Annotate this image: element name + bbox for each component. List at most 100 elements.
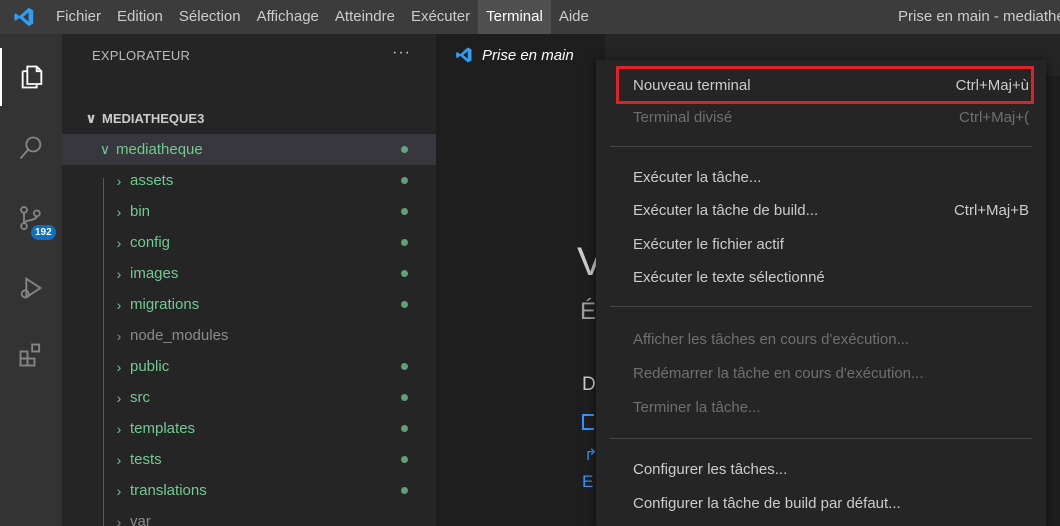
git-status-dot [401,425,408,432]
menu-affichage[interactable]: Affichage [249,0,327,34]
tree-item-bin[interactable]: › bin [62,196,436,227]
tree-item-var[interactable]: › var [62,506,436,526]
menu-edition[interactable]: Edition [109,0,171,34]
git-status-dot [401,208,408,215]
menu-item-label: Afficher les tâches en cours d'exécution… [633,330,910,348]
menu-item-label: Exécuter la tâche... [633,168,762,186]
menu-item-label: Configurer les tâches... [633,460,788,478]
chevron-right-icon: › [116,358,122,375]
menu-aide[interactable]: Aide [551,0,597,34]
chevron-right-icon: › [116,482,122,499]
explorer-header: EXPLORATEUR [92,47,191,63]
chevron-right-icon: › [116,420,122,437]
menu-item-shortcut: Ctrl+Maj+B [953,201,1029,219]
tab-prise-en-main[interactable]: Prise en main [436,34,606,76]
menu-item-label: Terminer la tâche... [633,398,761,416]
git-status-dot [401,363,408,370]
menu-item-label: Terminal divisé [633,108,733,126]
tree-item-config[interactable]: › config [62,227,436,258]
menu-item-run-active-file[interactable]: Exécuter le fichier actif [633,227,1029,261]
chevron-right-icon: › [116,234,122,251]
start-heading-fragment: D [582,374,596,395]
git-status-dot [401,270,408,277]
menu-item-configure-tasks[interactable]: Configurer les tâches... [633,452,1029,486]
tree-item-label: assets [130,172,174,189]
open-link-fragment: E [582,472,594,491]
tree-item-label: migrations [130,296,200,313]
chevron-right-icon: › [116,513,122,526]
folder-label: mediatheque [116,141,203,158]
chevron-down-icon: ∨ [99,141,111,157]
menu-bar: Fichier Edition Sélection Affichage Atte… [48,0,597,34]
menu-item-run-build-task[interactable]: Exécuter la tâche de build... Ctrl+Maj+B [633,193,1029,227]
menu-item-configure-default-build[interactable]: Configurer la tâche de build par défaut.… [633,486,1029,520]
extensions-icon[interactable] [0,326,62,384]
workspace-root[interactable]: ∨ MEDIATHEQUE3 [62,103,436,134]
git-status-dot [401,146,408,153]
explorer-icon[interactable] [0,48,62,106]
chevron-right-icon: › [116,389,122,406]
run-debug-icon[interactable] [0,259,62,317]
title-bar: Fichier Edition Sélection Affichage Atte… [0,0,1060,34]
tree-item-public[interactable]: › public [62,351,436,382]
menu-executer[interactable]: Exécuter [403,0,478,34]
menu-separator [610,306,1032,307]
more-actions-icon[interactable]: ··· [392,44,411,62]
search-icon[interactable] [0,119,62,177]
explorer-sidebar: EXPLORATEUR ··· ∨ MEDIATHEQUE3 ∨ mediath… [62,34,436,526]
tree-item-migrations[interactable]: › migrations [62,289,436,320]
git-status-dot [401,177,408,184]
menu-item-label: Configurer la tâche de build par défaut.… [633,494,901,512]
git-status-dot [401,394,408,401]
menu-fichier[interactable]: Fichier [48,0,109,34]
menu-terminal[interactable]: Terminal [478,0,551,34]
tree-item-templates[interactable]: › templates [62,413,436,444]
menu-item-label: Redémarrer la tâche en cours d'exécution… [633,364,924,382]
chevron-right-icon: › [116,296,122,313]
menu-item-show-running-tasks[interactable]: Afficher les tâches en cours d'exécution… [633,322,1029,356]
menu-item-run-selected-text[interactable]: Exécuter le texte sélectionné [633,260,1029,294]
tree-item-label: public [130,358,170,375]
folder-mediatheque[interactable]: ∨ mediatheque [62,134,436,165]
workspace-root-label: MEDIATHEQUE3 [102,111,205,126]
vscode-logo-icon [0,0,48,34]
vscode-tab-icon [456,47,472,63]
tree-item-tests[interactable]: › tests [62,444,436,475]
tree-item-translations[interactable]: › translations [62,475,436,506]
menu-item-restart-running-task[interactable]: Redémarrer la tâche en cours d'exécution… [633,356,1029,390]
menu-item-label: Exécuter le texte sélectionné [633,268,825,286]
git-status-dot [401,456,408,463]
menu-atteindre[interactable]: Atteindre [327,0,403,34]
chevron-right-icon: › [116,172,122,189]
menu-item-label: Exécuter la tâche de build... [633,201,819,219]
scm-badge: 192 [31,225,56,240]
menu-item-shortcut: Ctrl+Maj+( [958,108,1029,126]
tree-item-src[interactable]: › src [62,382,436,413]
source-control-icon[interactable]: 192 [0,189,62,247]
tree-item-label: node_modules [130,327,229,344]
tree-item-label: bin [130,203,151,220]
menu-item-terminate-task[interactable]: Terminer la tâche... [633,390,1029,424]
menu-item-run-task[interactable]: Exécuter la tâche... [633,160,1029,194]
chevron-right-icon: › [116,451,122,468]
git-status-dot [401,239,408,246]
menu-separator [610,146,1032,147]
tree-item-node-modules[interactable]: › node_modules [62,320,436,351]
tree-item-images[interactable]: › images [62,258,436,289]
git-status-dot [401,487,408,494]
menu-item-split-terminal[interactable]: Terminal divisé Ctrl+Maj+( [633,100,1029,134]
git-status-dot [401,301,408,308]
tree-item-label: images [130,265,179,282]
menu-separator [610,438,1032,439]
menu-item-new-terminal[interactable]: Nouveau terminal Ctrl+Maj+ù [633,68,1029,102]
tree-item-label: tests [130,451,162,468]
menu-selection[interactable]: Sélection [171,0,249,34]
welcome-subtitle-fragment: É [580,298,597,325]
tree-item-label: var [130,513,151,526]
new-file-icon [582,414,594,430]
menu-item-label: Nouveau terminal [633,76,751,94]
chevron-down-icon: ∨ [85,110,97,126]
chevron-right-icon: › [116,203,122,220]
tree-item-assets[interactable]: › assets [62,165,436,196]
tab-label: Prise en main [482,46,574,64]
